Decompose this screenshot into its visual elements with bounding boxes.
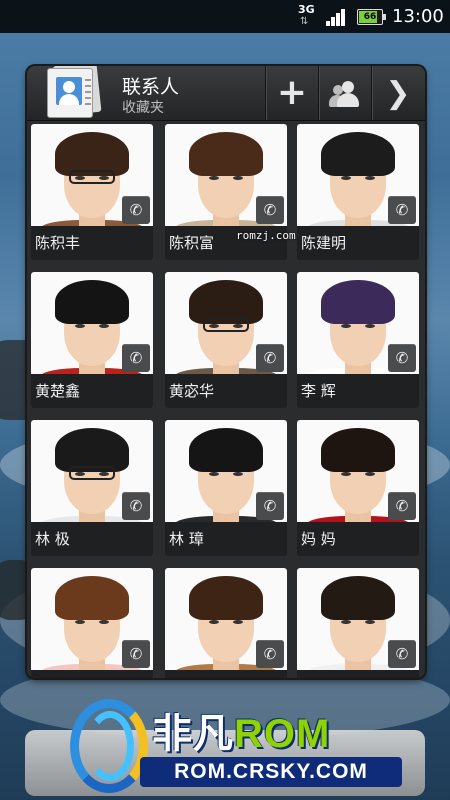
contact-card[interactable]: ✆ (165, 568, 287, 678)
plus-icon: + (276, 72, 308, 113)
phone-icon: ✆ (129, 645, 143, 663)
logo-cn: 非凡 (152, 712, 234, 756)
phone-icon: ✆ (395, 349, 409, 367)
call-button[interactable]: ✆ (122, 492, 150, 520)
chevron-right-icon: ❯ (385, 75, 411, 111)
call-button[interactable]: ✆ (388, 492, 416, 520)
contact-card[interactable]: ✆ 黄楚鑫 (31, 272, 153, 408)
phone-icon: ✆ (129, 201, 143, 219)
group-icon (328, 79, 362, 107)
contact-name: 黄宓华 (169, 382, 215, 400)
phone-icon: ✆ (263, 349, 277, 367)
logo-rom: ROM (234, 712, 331, 756)
contact-card[interactable]: ✆ 陈积丰 (31, 124, 153, 260)
contact-name: 陈积富 (169, 234, 215, 252)
contact-card[interactable]: ✆ 妈 妈 (297, 420, 419, 556)
next-page-button[interactable]: ❯ (371, 66, 424, 120)
contact-name: 陈建明 (301, 234, 347, 252)
data-activity-icon: ⇅ (300, 16, 308, 27)
logo-url: ROM.CRSKY.COM (140, 757, 402, 787)
logo-text: 非凡ROM (152, 701, 330, 759)
phone-icon: ✆ (395, 201, 409, 219)
call-button[interactable]: ✆ (256, 196, 284, 224)
call-button[interactable]: ✆ (122, 344, 150, 372)
battery-level: 66 (363, 12, 377, 22)
call-button[interactable]: ✆ (256, 344, 284, 372)
site-logo: 非凡ROM ROM.CRSKY.COM (66, 697, 406, 799)
phone-icon: ✆ (395, 645, 409, 663)
contact-card[interactable]: ✆ 黄宓华 (165, 272, 287, 408)
call-button[interactable]: ✆ (122, 196, 150, 224)
phone-icon: ✆ (395, 497, 409, 515)
call-button[interactable]: ✆ (388, 196, 416, 224)
contact-card[interactable]: ✆ 林 极 (31, 420, 153, 556)
phone-icon: ✆ (263, 645, 277, 663)
phone-icon: ✆ (263, 201, 277, 219)
widget-header: 联系人 收藏夹 + ❯ (27, 66, 425, 121)
contact-name: 林 极 (35, 530, 70, 548)
contact-name: 妈 妈 (301, 530, 336, 548)
call-button[interactable]: ✆ (388, 344, 416, 372)
phone-icon: ✆ (129, 349, 143, 367)
watermark-text: romzj.com (236, 229, 296, 242)
phone-icon: ✆ (129, 497, 143, 515)
call-button[interactable]: ✆ (388, 640, 416, 668)
status-bar: 3G ⇅ 66 13:00 (0, 0, 450, 33)
call-button[interactable]: ✆ (256, 492, 284, 520)
widget-title[interactable]: 联系人 (122, 72, 179, 99)
contact-card[interactable]: ✆ 陈建明 (297, 124, 419, 260)
contact-name: 林 璋 (169, 530, 204, 548)
contact-name: 李 辉 (301, 382, 336, 400)
contacts-widget: 联系人 收藏夹 + ❯ ✆ 陈积丰 ✆ 陈积富 ✆ 陈建明 ✆ 黄楚鑫 ✆ 黄宓华 ✆ 李 辉 ✆ 林 极… (27, 66, 425, 678)
battery-icon: 66 (357, 9, 386, 25)
contacts-app-icon[interactable] (41, 66, 103, 118)
add-contact-button[interactable]: + (265, 66, 318, 120)
contact-name: 陈积丰 (35, 234, 81, 252)
contact-card[interactable]: ✆ 李 辉 (297, 272, 419, 408)
signal-strength-icon (326, 8, 348, 26)
groups-button[interactable] (318, 66, 371, 120)
widget-subtitle: 收藏夹 (122, 100, 164, 116)
contact-name: 黄楚鑫 (35, 382, 81, 400)
phone-icon: ✆ (263, 497, 277, 515)
network-type: 3G (298, 3, 315, 16)
contact-card[interactable]: ✆ (31, 568, 153, 678)
contact-card[interactable]: ✆ 林 璋 (165, 420, 287, 556)
contact-card[interactable]: ✆ (297, 568, 419, 678)
clock: 13:00 (392, 6, 444, 27)
call-button[interactable]: ✆ (256, 640, 284, 668)
call-button[interactable]: ✆ (122, 640, 150, 668)
